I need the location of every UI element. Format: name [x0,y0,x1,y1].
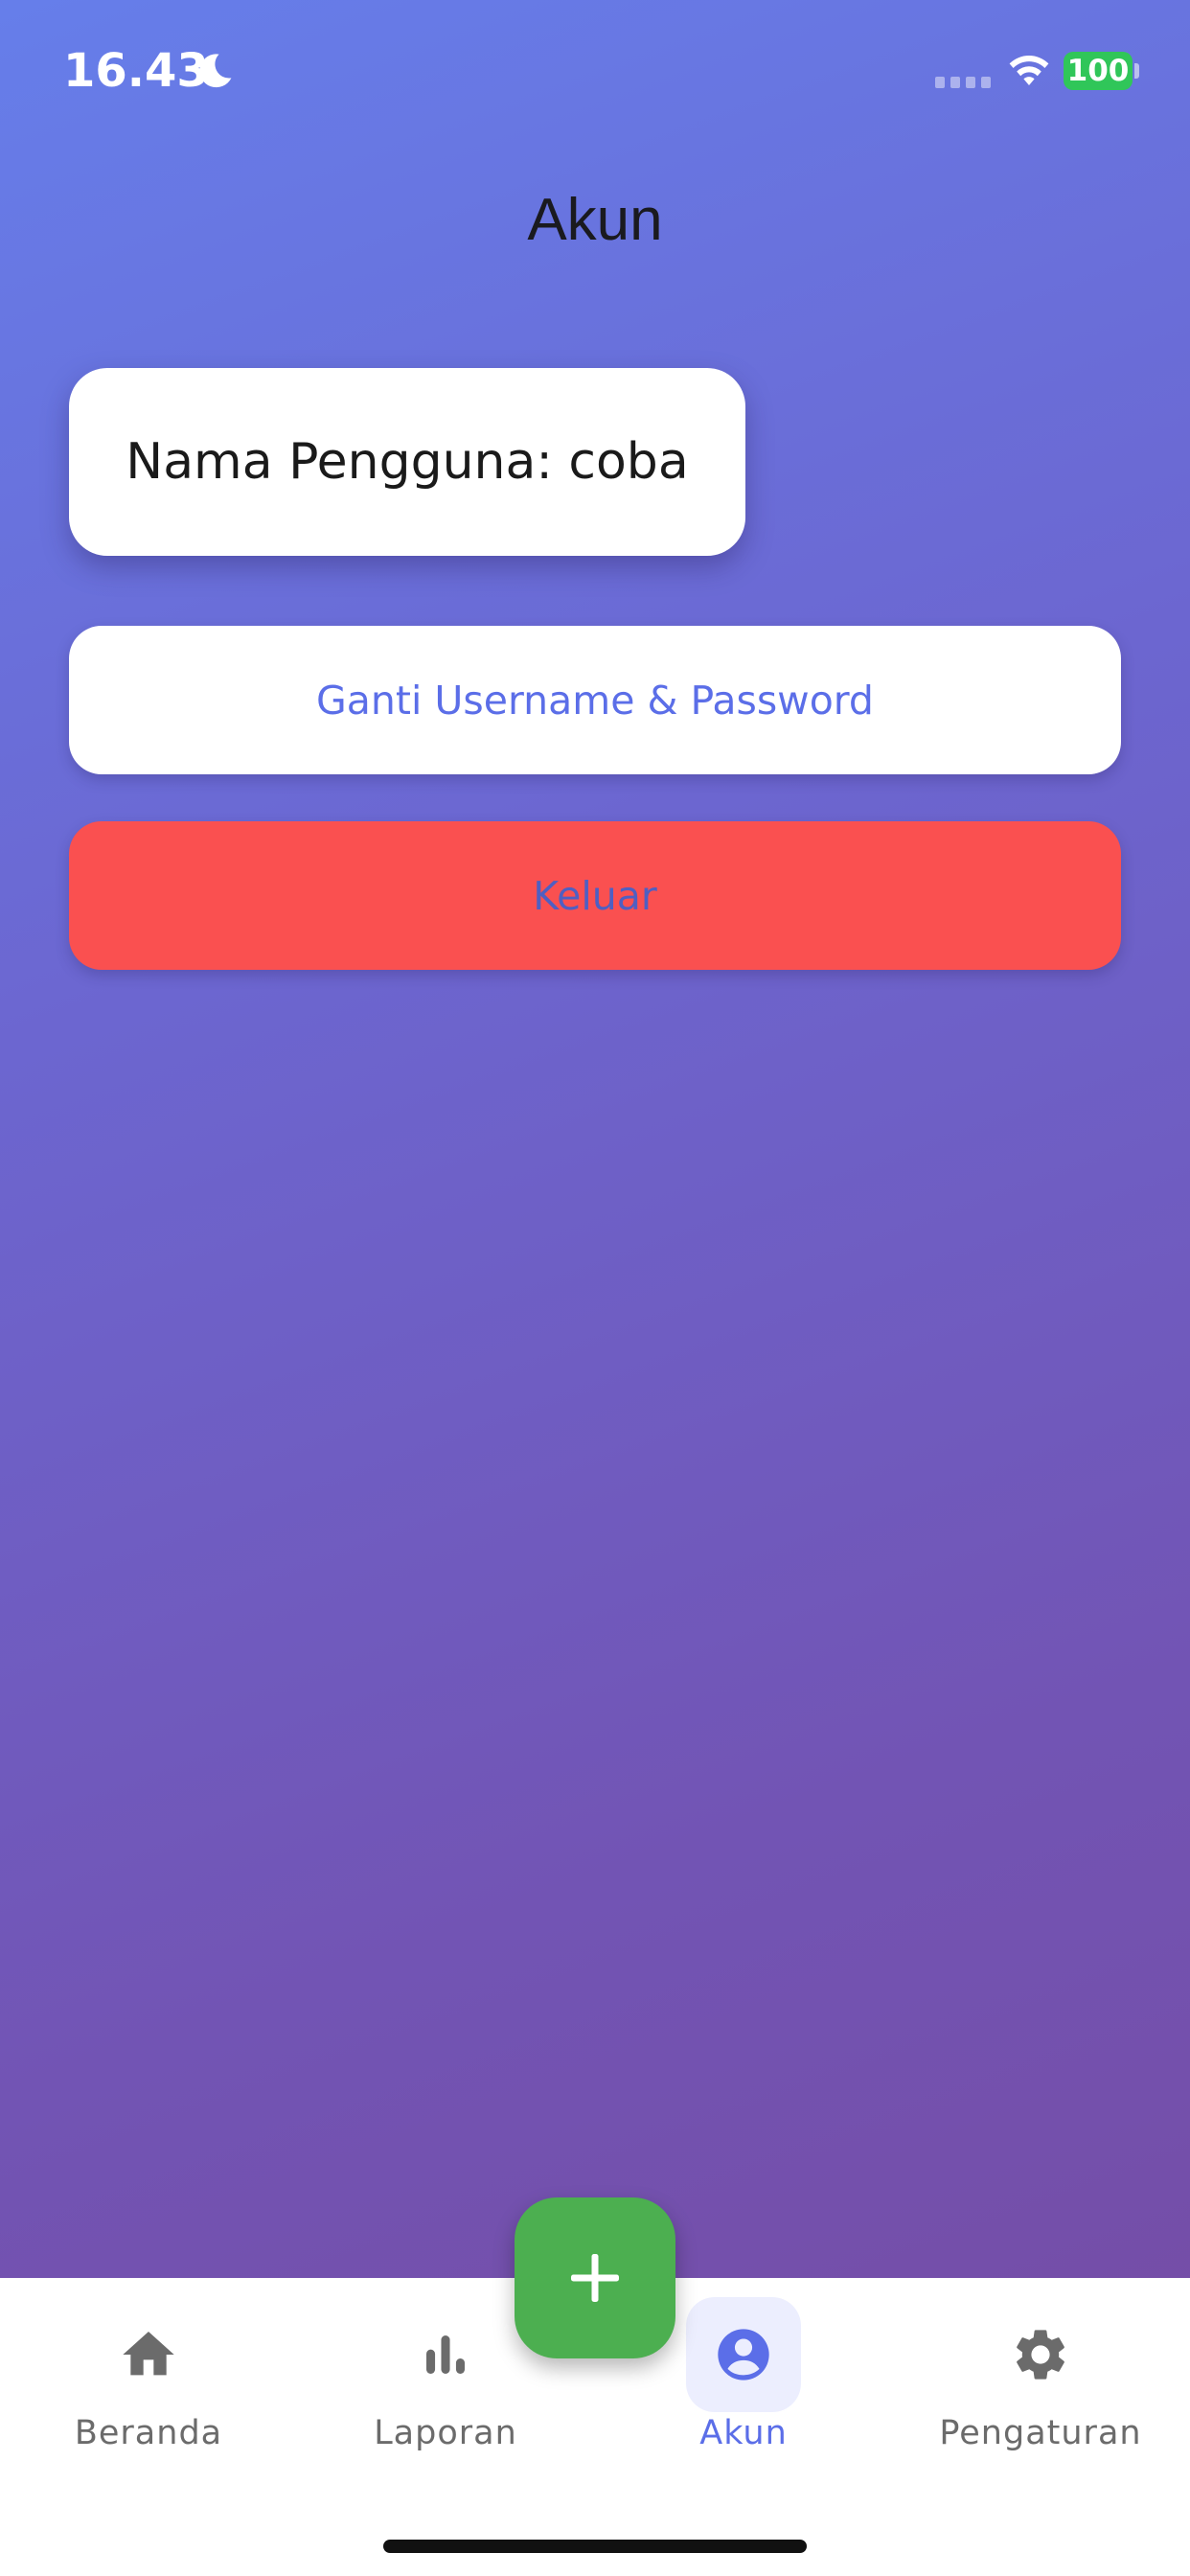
bar-chart-icon [426,2335,465,2374]
nav-label-laporan: Laporan [374,2414,517,2452]
battery-tip [1134,63,1139,79]
home-icon [123,2332,174,2376]
account-screen: 16.43 100 Akun Nama Pengguna: coba Ganti… [0,0,1190,2576]
username-card: Nama Pengguna: coba [69,368,745,556]
nav-label-beranda: Beranda [74,2414,223,2452]
moon-icon [199,54,232,88]
plus-icon [571,2254,619,2302]
nav-icon-container [388,2297,503,2412]
username-text: Nama Pengguna: coba [126,433,689,491]
add-fab-button[interactable] [515,2197,675,2358]
nav-label-pengaturan: Pengaturan [939,2414,1142,2452]
change-credentials-button[interactable]: Ganti Username & Password [69,626,1121,774]
signal-icon [935,77,991,88]
wifi-icon [1009,56,1049,85]
gear-icon [1017,2330,1064,2380]
nav-icon-container [686,2297,801,2412]
nav-icon-container [983,2297,1098,2412]
nav-label-akun: Akun [699,2414,788,2452]
account-circle-icon [718,2329,769,2380]
battery-level: 100 [1066,54,1130,88]
nav-item-pengaturan[interactable]: Pengaturan [892,2278,1189,2470]
battery-icon: 100 [1064,52,1133,90]
logout-button[interactable]: Keluar [69,821,1121,970]
page-title: Akun [527,187,663,253]
status-time: 16.43 [63,44,209,98]
nav-item-beranda[interactable]: Beranda [0,2278,297,2470]
nav-icon-container [91,2297,206,2412]
home-indicator [383,2540,807,2553]
status-bar: 16.43 100 [0,0,1190,144]
